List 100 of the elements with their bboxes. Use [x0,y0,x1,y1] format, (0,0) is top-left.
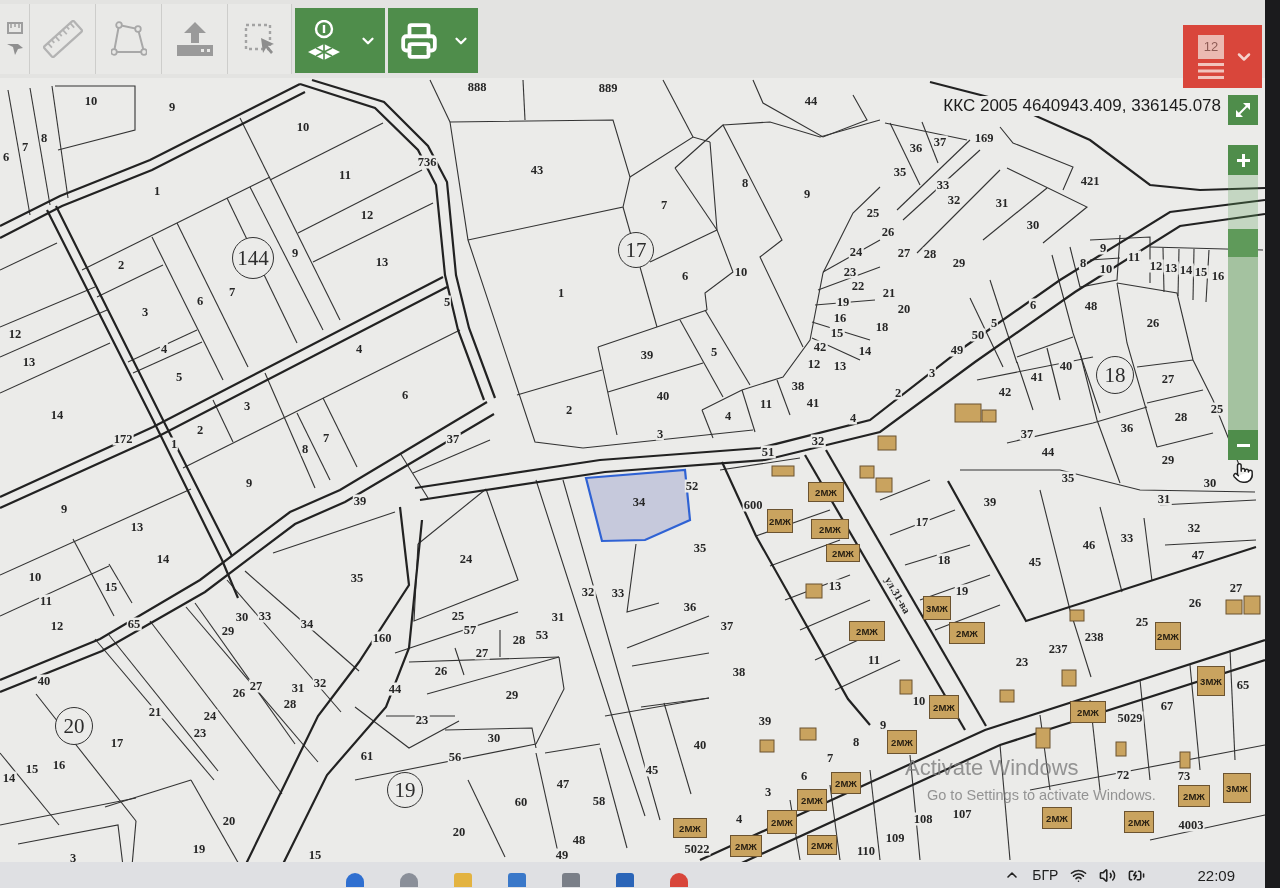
parcel-number: 28 [282,697,298,711]
parcel-number: 21 [881,286,897,300]
parcel-number: 8 [39,131,49,145]
app-icon[interactable] [400,873,418,887]
parcel-number: 45 [1027,555,1043,569]
building-footprint: 2МЖ [1042,807,1072,829]
parcel-number: 8 [300,442,310,456]
printer-icon [400,21,438,60]
parcel-number: 9 [244,476,254,490]
parcel-number: 36 [682,600,698,614]
parcel-number: 27 [1228,581,1244,595]
print-button[interactable] [388,8,478,73]
parcel-number: 28 [1173,410,1189,424]
parcel-number: 5 [174,370,184,384]
parcel-number: 40 [692,738,708,752]
parcel-number: 61 [359,749,375,763]
parcel-number: 6 [1028,298,1038,312]
parcel-number: 6 [680,269,690,283]
parcel-number: 29 [951,256,967,270]
parcel-number: 5 [442,295,452,309]
parcel-number: 10 [911,694,927,708]
building-footprint: 2МЖ [1124,811,1154,833]
parcel-number: 30 [234,610,250,624]
parcel-number: 9 [167,100,177,114]
parcel-number: 3 [927,366,937,380]
polygon-tool-button[interactable] [96,4,162,74]
building-footprint: 2МЖ [797,789,827,811]
parcel-number: 9 [802,187,812,201]
parcel-number: 3 [242,399,252,413]
parcel-number: 43 [529,163,545,177]
building-footprint [805,583,823,599]
parcel-number: 600 [742,498,764,512]
parcel-number: 736 [416,155,438,169]
area-select-button[interactable] [228,4,292,74]
speaker-icon[interactable] [1099,866,1117,884]
parcel-number: 108 [912,812,934,826]
parcel-number: 39 [352,494,368,508]
parcel-number: 46 [1081,538,1097,552]
count-badge: 12 [1198,34,1224,59]
parcel-number: 33 [257,609,273,623]
building-footprint [1035,727,1051,749]
selected-parcel-number: 34 [631,495,647,509]
parcel-number: 10 [733,265,749,279]
zoom-slider-thumb[interactable] [1228,229,1258,258]
parcel-number: 19 [835,295,851,309]
building-footprint [859,465,875,479]
building-footprint [1069,609,1085,622]
layers-info-button[interactable] [295,8,385,73]
parcel-number: 14 [857,344,873,358]
parcel-number: 6 [799,769,809,783]
parcel-number: 421 [1079,174,1101,188]
zoom-in-button[interactable] [1228,145,1258,175]
parcel-number: 13 [374,255,390,269]
parcel-number: 15 [307,848,323,862]
parcel-number: 72 [1115,768,1131,782]
parcel-number: 41 [805,396,821,410]
parcel-number: 24 [458,552,474,566]
app-icon[interactable] [670,873,688,887]
app-icon[interactable] [346,873,364,887]
parcel-number: 45 [644,763,660,777]
measure-tool-button[interactable] [0,4,30,74]
parcel-number: 65 [1235,678,1251,692]
parcel-number: 47 [1190,548,1206,562]
app-icon[interactable] [616,873,634,887]
building-footprint [799,727,817,741]
parcel-number: 20 [896,302,912,316]
parcel-number: 31 [994,196,1010,210]
building-footprint [875,477,893,493]
parcel-number: 29 [1160,453,1176,467]
parcel-number: 10 [1098,262,1114,276]
parcel-number: 12 [7,327,23,341]
block-number: 17 [618,232,654,268]
parcel-number: 24 [202,709,218,723]
parcel-number: 33 [1119,531,1135,545]
parcel-number: 6 [195,294,205,308]
parcel-number: 15 [829,326,845,340]
upload-button[interactable] [162,4,228,74]
parcel-number: 18 [936,553,952,567]
parcel-number: 42 [812,340,828,354]
ruler-tool-button[interactable] [30,4,96,74]
full-extent-button[interactable] [1228,95,1258,125]
zoom-slider[interactable] [1228,175,1258,430]
building-footprint [1061,669,1077,687]
parcel-number: 37 [719,619,735,633]
building-footprint: 2МЖ [826,544,860,562]
parcel-number: 8 [851,735,861,749]
parcel-number: 29 [504,688,520,702]
parcel-number: 11 [39,594,53,608]
parcel-number: 11 [867,653,881,667]
parcel-number: 15 [1193,265,1209,279]
parcel-number: 34 [299,617,315,631]
building-footprint [1115,741,1127,757]
building-footprint [1243,595,1261,615]
parcel-number: 17 [109,736,125,750]
input-language-indicator[interactable]: БГР [1032,867,1059,883]
parcel-number: 44 [387,682,403,696]
zoom-out-button[interactable] [1228,430,1258,460]
taskbar-clock[interactable]: 22:09 [1197,866,1235,884]
parcel-number: 12 [49,619,65,633]
parcel-number: 26 [231,686,247,700]
